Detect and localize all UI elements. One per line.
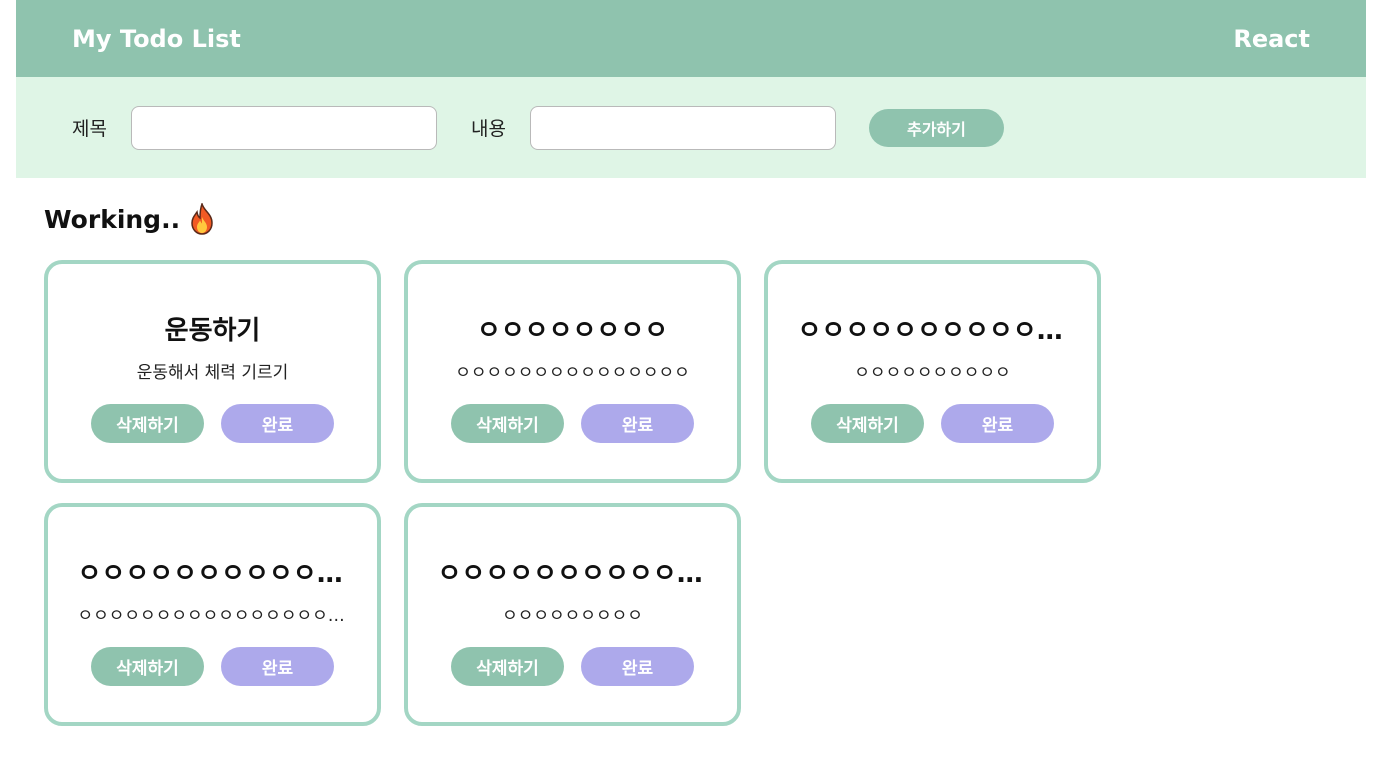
- done-button[interactable]: 완료: [941, 404, 1054, 443]
- app-title: My Todo List: [72, 24, 241, 53]
- todo-actions: 삭제하기 완료: [451, 647, 694, 686]
- todo-title: ㅇㅇㅇㅇㅇㅇㅇㅇㅇㅇㅇㅇ: [797, 316, 1068, 346]
- title-input[interactable]: [130, 105, 437, 150]
- content-label: 내용: [470, 118, 506, 140]
- done-button[interactable]: 완료: [581, 647, 694, 686]
- todo-desc: ㅇㅇㅇㅇㅇㅇㅇㅇㅇㅇㅇㅇㅇㅇㅇㅇㅇㅇ: [77, 606, 348, 626]
- title-label: 제목: [72, 118, 107, 140]
- delete-button[interactable]: 삭제하기: [451, 404, 564, 443]
- todo-desc: 운동해서 체력 기르기: [136, 363, 289, 383]
- todo-card: ㅇㅇㅇㅇㅇㅇㅇㅇㅇㅇㅇㅇ ㅇㅇㅇㅇㅇㅇㅇㅇㅇㅇ 삭제하기 완료: [764, 260, 1101, 483]
- todo-title: ㅇㅇㅇㅇㅇㅇㅇㅇ: [476, 316, 669, 346]
- todo-title: ㅇㅇㅇㅇㅇㅇㅇㅇㅇㅇㅇㅇ: [437, 559, 708, 589]
- todo-title: ㅇㅇㅇㅇㅇㅇㅇㅇㅇㅇㅇㅇ: [77, 559, 348, 589]
- add-button[interactable]: 추가하기: [868, 108, 1004, 147]
- section-title-text: Working..: [44, 204, 181, 234]
- todo-title: 운동하기: [164, 316, 261, 346]
- content-input[interactable]: [529, 105, 836, 150]
- todo-actions: 삭제하기 완료: [811, 404, 1054, 443]
- todo-desc: ㅇㅇㅇㅇㅇㅇㅇㅇㅇ: [502, 606, 643, 626]
- done-button[interactable]: 완료: [581, 404, 694, 443]
- todo-actions: 삭제하기 완료: [91, 647, 334, 686]
- todo-desc: ㅇㅇㅇㅇㅇㅇㅇㅇㅇㅇㅇㅇㅇㅇㅇ: [455, 363, 690, 383]
- todo-actions: 삭제하기 완료: [451, 404, 694, 443]
- todo-actions: 삭제하기 완료: [91, 404, 334, 443]
- todo-desc: ㅇㅇㅇㅇㅇㅇㅇㅇㅇㅇ: [854, 363, 1011, 383]
- app-header: My Todo List React: [16, 0, 1366, 77]
- todo-card: ㅇㅇㅇㅇㅇㅇㅇㅇㅇㅇㅇㅇ ㅇㅇㅇㅇㅇㅇㅇㅇㅇㅇㅇㅇㅇㅇㅇㅇㅇㅇ 삭제하기 완료: [44, 503, 381, 726]
- brand-label: React: [1233, 24, 1310, 53]
- todo-card: ㅇㅇㅇㅇㅇㅇㅇㅇㅇㅇㅇㅇ ㅇㅇㅇㅇㅇㅇㅇㅇㅇ 삭제하기 완료: [404, 503, 741, 726]
- done-button[interactable]: 완료: [221, 647, 334, 686]
- delete-button[interactable]: 삭제하기: [811, 404, 924, 443]
- delete-button[interactable]: 삭제하기: [451, 647, 564, 686]
- todo-card: ㅇㅇㅇㅇㅇㅇㅇㅇ ㅇㅇㅇㅇㅇㅇㅇㅇㅇㅇㅇㅇㅇㅇㅇ 삭제하기 완료: [404, 260, 741, 483]
- delete-button[interactable]: 삭제하기: [91, 404, 204, 443]
- todo-card: 운동하기 운동해서 체력 기르기 삭제하기 완료: [44, 260, 381, 483]
- working-section-title: Working..: [44, 201, 216, 235]
- fire-icon: [188, 201, 216, 235]
- add-todo-form: 제목 내용 추가하기: [16, 77, 1366, 178]
- todo-card-grid: 운동하기 운동해서 체력 기르기 삭제하기 완료 ㅇㅇㅇㅇㅇㅇㅇㅇ ㅇㅇㅇㅇㅇㅇ…: [44, 260, 1124, 726]
- delete-button[interactable]: 삭제하기: [91, 647, 204, 686]
- done-button[interactable]: 완료: [221, 404, 334, 443]
